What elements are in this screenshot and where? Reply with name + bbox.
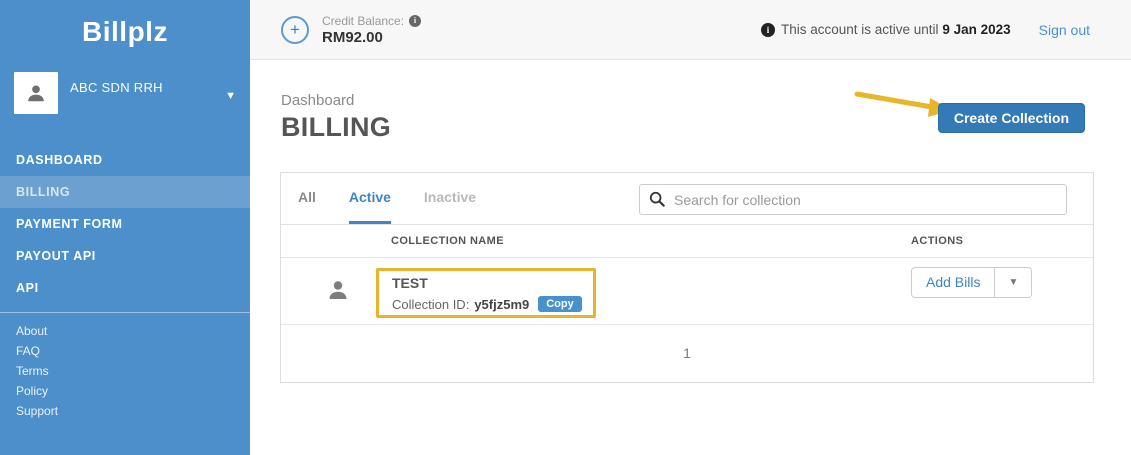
credit-balance-label: Credit Balance: [322, 14, 404, 28]
sidebar: Billplz ABC SDN RRH ▼ DASHBOARD BILLING … [0, 0, 250, 455]
add-credit-button[interactable]: + [281, 16, 309, 44]
page-title: BILLING [281, 112, 391, 143]
credit-balance-amount: RM92.00 [322, 29, 421, 46]
tab-inactive[interactable]: Inactive [424, 173, 476, 224]
account-active-date: 9 Jan 2023 [942, 22, 1010, 37]
sidebar-item-dashboard[interactable]: DASHBOARD [0, 144, 250, 176]
credit-balance: Credit Balance: i RM92.00 [322, 14, 421, 46]
collection-id-label: Collection ID: [392, 297, 469, 312]
table-row: TEST Collection ID: y5fjz5m9 Copy Add Bi… [281, 258, 1093, 325]
breadcrumb[interactable]: Dashboard [281, 92, 391, 109]
tab-all[interactable]: All [298, 173, 316, 224]
sidebar-link-policy[interactable]: Policy [0, 381, 250, 401]
table-header: COLLECTION NAME ACTIONS [281, 225, 1093, 258]
tab-active[interactable]: Active [349, 173, 391, 224]
sidebar-link-support[interactable]: Support [0, 401, 250, 421]
add-bills-button[interactable]: Add Bills [911, 267, 995, 298]
search-input[interactable] [639, 184, 1067, 215]
row-actions: Add Bills ▼ [911, 267, 1032, 298]
page-number[interactable]: 1 [677, 325, 697, 382]
sidebar-link-terms[interactable]: Terms [0, 361, 250, 381]
collection-name[interactable]: TEST [392, 275, 428, 291]
sidebar-link-about[interactable]: About [0, 321, 250, 341]
sign-out-link[interactable]: Sign out [1039, 22, 1090, 38]
column-header-actions: ACTIONS [911, 235, 963, 247]
sidebar-item-payout-api[interactable]: PAYOUT API [0, 240, 250, 272]
column-header-collection-name: COLLECTION NAME [391, 235, 504, 247]
create-collection-button[interactable]: Create Collection [938, 103, 1085, 133]
sidebar-divider [0, 312, 250, 313]
avatar [14, 72, 58, 114]
user-icon [25, 82, 47, 104]
sidebar-item-billing[interactable]: BILLING [0, 176, 250, 208]
billplz-logo: Billplz [0, 0, 250, 48]
caret-down-icon[interactable]: ▼ [995, 267, 1032, 298]
sidebar-nav: DASHBOARD BILLING PAYMENT FORM PAYOUT AP… [0, 144, 250, 304]
collections-tabs: All Active Inactive [281, 173, 1093, 225]
collections-panel: All Active Inactive COLLECTION NAME ACTI… [280, 172, 1094, 383]
sidebar-item-payment-form[interactable]: PAYMENT FORM [0, 208, 250, 240]
account-active-text: This account is active until 9 Jan 2023 [781, 22, 1011, 37]
collection-id-line: Collection ID: y5fjz5m9 Copy [392, 296, 582, 312]
copy-button[interactable]: Copy [538, 296, 582, 312]
topbar: + Credit Balance: i RM92.00 i This accou… [250, 0, 1131, 60]
main-content: Dashboard BILLING Create Collection All … [250, 60, 1131, 455]
person-icon [326, 278, 350, 302]
account-name: ABC SDN RRH [70, 80, 163, 95]
sidebar-link-faq[interactable]: FAQ [0, 341, 250, 361]
sidebar-item-api[interactable]: API [0, 272, 250, 304]
info-icon[interactable]: i [409, 15, 421, 27]
collection-id-value: y5fjz5m9 [474, 297, 529, 312]
info-icon[interactable]: i [761, 23, 775, 37]
account-switcher[interactable]: ABC SDN RRH ▼ [14, 72, 236, 114]
search-icon [649, 191, 665, 207]
chevron-down-icon: ▼ [225, 90, 236, 102]
pagination: 1 [281, 325, 1093, 382]
